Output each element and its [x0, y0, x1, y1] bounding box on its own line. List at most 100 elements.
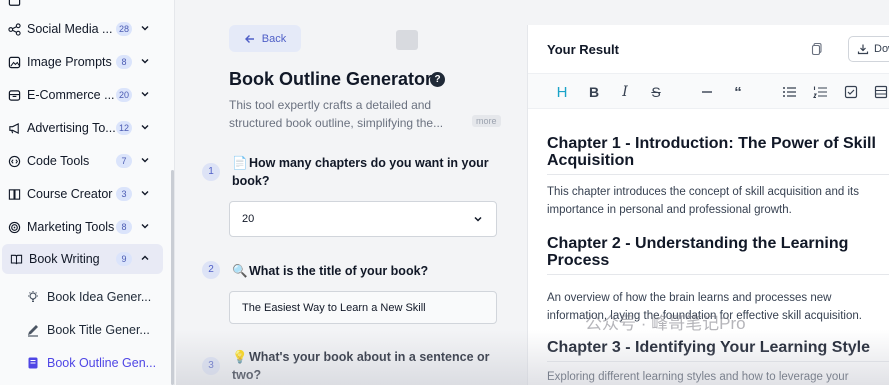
horizontal-rule-icon[interactable]	[697, 82, 717, 102]
table-icon[interactable]	[871, 82, 889, 102]
chevron-down-icon[interactable]	[139, 88, 151, 100]
quote-icon[interactable]: “	[728, 82, 748, 102]
count-badge: 9	[116, 252, 132, 266]
heading-icon[interactable]: H	[552, 82, 572, 102]
chevron-down-icon	[474, 216, 482, 222]
editor-toolbar: H B I S “	[528, 73, 889, 109]
chevron-down-icon[interactable]	[139, 22, 151, 34]
result-title: Your Result	[547, 42, 619, 57]
result-content: Chapter 1 - Introduction: The Power of S…	[547, 135, 889, 385]
strikethrough-icon[interactable]: S	[646, 82, 666, 102]
sidebar-item-label: Marketing Tools	[27, 220, 115, 234]
bullet-list-icon[interactable]	[779, 82, 799, 102]
sidebar-item-label: Code Tools	[27, 154, 90, 168]
sidebar: Social Media ... 28 Image Prompts 8 E-Co…	[0, 0, 175, 385]
copy-icon[interactable]	[810, 42, 824, 56]
question-label: 🔍What is the title of your book?	[232, 264, 429, 278]
count-badge: 12	[116, 121, 133, 135]
tool-description: This tool expertly crafts a detailed and…	[229, 98, 444, 130]
chevron-down-icon[interactable]	[139, 55, 151, 67]
sidebar-item-label: Course Creator	[27, 187, 113, 201]
divider	[547, 274, 889, 275]
count-badge: 8	[116, 55, 132, 69]
sidebar-item-label: Image Prompts	[27, 55, 112, 69]
sidebar-item-course-creator[interactable]: Course Creator 3	[0, 179, 165, 209]
step-number: 3	[202, 357, 220, 375]
back-button[interactable]: Back	[229, 25, 301, 52]
chapter-text-line: importance in personal and professional …	[547, 204, 792, 216]
book-icon	[9, 252, 23, 266]
image-icon	[7, 55, 21, 69]
code-icon	[7, 154, 21, 168]
download-button[interactable]: Dow	[848, 36, 889, 62]
sidebar-item-code-tools[interactable]: Code Tools 7	[0, 146, 165, 176]
question-label: 💡What's your book about in a sentence or…	[232, 350, 490, 382]
step-number: 2	[202, 261, 220, 279]
sidebar-item-image-prompts[interactable]: Image Prompts 8	[0, 47, 165, 77]
sidebar-item-social-media[interactable]: Social Media ... 28	[0, 14, 165, 44]
sidebar-item-advertising[interactable]: Advertising To... 12	[0, 113, 165, 143]
target-icon	[7, 220, 21, 234]
sidebar-item-ecommerce[interactable]: E-Commerce ... 20	[0, 80, 165, 110]
download-label: Dow	[874, 43, 889, 55]
chapter-heading: Chapter 3 - Identifying Your Learning St…	[547, 339, 871, 356]
chevron-down-icon[interactable]	[139, 121, 151, 133]
ordered-list-icon[interactable]	[810, 82, 830, 102]
question-label: 📄How many chapters do you want in your b…	[232, 156, 489, 188]
notebook-icon	[26, 356, 40, 370]
sidebar-item-marketing-tools[interactable]: Marketing Tools 8	[0, 212, 165, 242]
help-icon[interactable]: ?	[430, 72, 445, 87]
page-title: Book Outline Generator	[229, 69, 433, 89]
sidebar-subitem-book-title[interactable]: Book Title Gener...	[0, 315, 165, 345]
count-badge: 3	[116, 187, 132, 201]
count-badge: 8	[116, 220, 132, 234]
selected-value: 20	[242, 213, 255, 225]
chapter-heading: Chapter 2 - Understanding the Learning P…	[547, 235, 849, 269]
count-badge: 7	[116, 154, 132, 168]
sidebar-subitem-label: Book Idea Gener...	[47, 290, 152, 304]
sidebar-item-label: Advertising To...	[27, 121, 116, 135]
bold-icon[interactable]: B	[584, 82, 604, 102]
share-icon	[7, 22, 21, 36]
divider	[547, 174, 889, 175]
sidebar-item-label: Social Media ...	[27, 22, 113, 36]
result-panel: Your Result Dow H B I S “ Chapter 1 - In…	[527, 25, 889, 385]
input-value: The Easiest Way to Learn a New Skill	[242, 301, 426, 314]
store-icon	[7, 88, 21, 102]
sidebar-scrollbar[interactable]	[171, 170, 174, 385]
chapter-text-line: information, laying the foundation for e…	[547, 310, 862, 322]
sidebar-item-label: E-Commerce ...	[27, 88, 115, 102]
chapter-text-line: This chapter introduces the concept of s…	[547, 186, 859, 198]
sidebar-subitem-label: Book Outline Gen...	[47, 356, 157, 370]
sidebar-subitem-label: Book Title Gener...	[47, 323, 150, 337]
course-icon	[7, 187, 21, 201]
megaphone-icon	[7, 121, 21, 135]
chapter-text-line: An overview of how the brain learns and …	[547, 292, 832, 304]
chapters-select[interactable]: 20	[229, 201, 497, 237]
tool-form-panel: Back Book Outline Generator ? This tool …	[176, 0, 527, 385]
lightbulb-icon	[26, 290, 40, 304]
magnifier-icon: 🔍	[232, 264, 248, 278]
italic-icon[interactable]: I	[615, 82, 635, 102]
document-icon: 📄	[232, 156, 248, 170]
book-title-input[interactable]: The Easiest Way to Learn a New Skill	[229, 291, 497, 324]
folder-icon	[7, 0, 21, 8]
count-badge: 28	[116, 22, 133, 36]
sidebar-subitem-book-outline[interactable]: Book Outline Gen...	[0, 348, 165, 378]
chevron-down-icon[interactable]	[139, 154, 151, 166]
back-label: Back	[261, 32, 287, 45]
chapter-text-line: Exploring different learning styles and …	[547, 371, 849, 383]
download-icon	[857, 44, 869, 55]
chevron-down-icon[interactable]	[139, 187, 151, 199]
more-link[interactable]: more	[472, 115, 501, 127]
chevron-up-icon[interactable]	[139, 252, 151, 264]
divider	[547, 361, 889, 362]
pencil-icon	[26, 323, 40, 337]
sidebar-subitem-book-idea[interactable]: Book Idea Gener...	[0, 282, 165, 312]
step-number: 1	[202, 163, 220, 181]
chevron-down-icon[interactable]	[139, 220, 151, 232]
checklist-icon[interactable]	[841, 82, 861, 102]
count-badge: 20	[116, 88, 133, 102]
blurred-avatar	[396, 30, 418, 50]
sidebar-item-book-writing[interactable]: Book Writing 9	[2, 244, 163, 274]
